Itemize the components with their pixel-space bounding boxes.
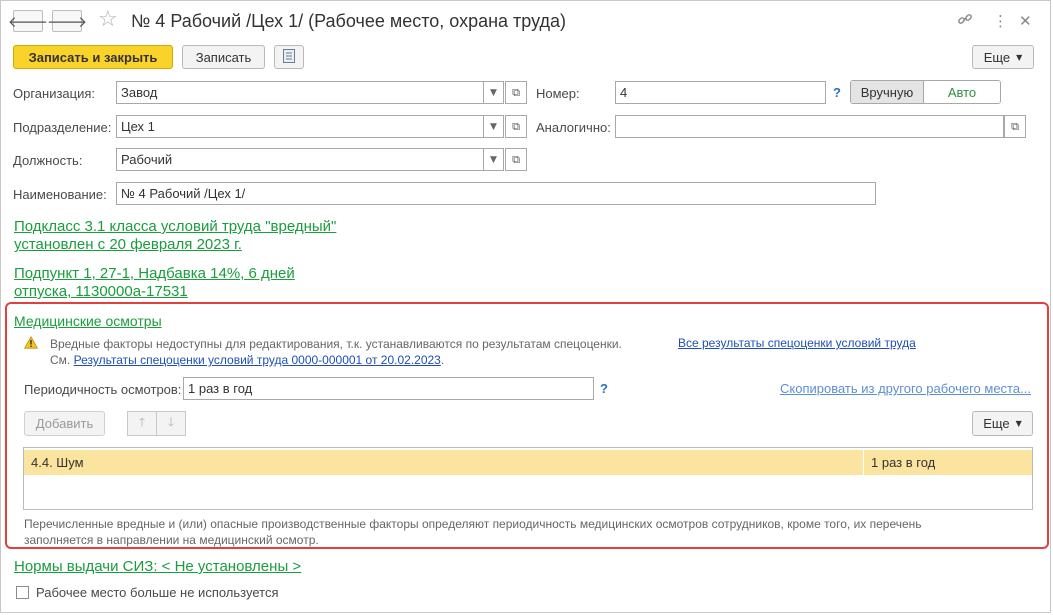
unused-checkbox-label[interactable]: Рабочее место больше не используется bbox=[36, 585, 278, 601]
arrow-up-icon: 🡑 bbox=[138, 415, 146, 429]
medical-footer-line1: Перечисленные вредные и (или) опасные пр… bbox=[24, 517, 922, 531]
window-title: № 4 Рабочий /Цех 1/ (Рабочее место, охра… bbox=[131, 11, 567, 31]
department-dropdown-icon[interactable]: ▼ bbox=[484, 115, 504, 138]
department-field[interactable]: Цех 1 bbox=[116, 115, 484, 138]
organization-dropdown-icon[interactable]: ▼ bbox=[484, 81, 504, 104]
name-field[interactable]: № 4 Рабочий /Цех 1/ bbox=[116, 182, 876, 205]
save-button[interactable]: Записать bbox=[182, 45, 265, 69]
organization-open-icon[interactable]: ⧉ bbox=[505, 81, 527, 104]
periodicity-label: Периодичность осмотров: bbox=[24, 382, 182, 397]
move-down-button[interactable]: 🡓 bbox=[156, 411, 186, 436]
more-label: Еще bbox=[983, 49, 1011, 65]
department-label: Подразделение: bbox=[13, 120, 112, 135]
results-suffix: . bbox=[440, 353, 445, 367]
see-results-line: См. Результаты спецоценки условий труда … bbox=[50, 352, 444, 368]
see-prefix: См. bbox=[50, 353, 71, 367]
department-open-icon[interactable]: ⧉ bbox=[505, 115, 527, 138]
move-up-button[interactable]: 🡑 bbox=[127, 411, 157, 436]
close-icon[interactable]: ✕ bbox=[1019, 11, 1032, 31]
more-button[interactable]: Еще ▼ bbox=[972, 45, 1034, 69]
medical-footer-line2: заполняется в направлении на медицинский… bbox=[24, 533, 319, 547]
name-label: Наименование: bbox=[13, 187, 107, 202]
medical-more-button[interactable]: Еще ▼ bbox=[972, 411, 1033, 436]
warning-text: Вредные факторы недоступны для редактиро… bbox=[50, 337, 622, 351]
similar-open-icon[interactable]: ⧉ bbox=[1004, 115, 1026, 138]
periodicity-help-icon[interactable]: ? bbox=[600, 381, 608, 396]
warning-icon bbox=[23, 335, 39, 352]
position-dropdown-icon[interactable]: ▼ bbox=[484, 148, 504, 171]
allowance-link-line1[interactable]: Подпункт 1, 27-1, Надбавка 14%, 6 дней bbox=[14, 265, 295, 283]
organization-field[interactable]: Завод bbox=[116, 81, 484, 104]
document-list-icon bbox=[283, 48, 295, 66]
results-link[interactable]: Результаты спецоценки условий труда 0000… bbox=[74, 353, 441, 367]
save-and-close-button[interactable]: Записать и закрыть bbox=[13, 45, 173, 69]
position-field[interactable]: Рабочий bbox=[116, 148, 484, 171]
mode-auto-button[interactable]: Авто bbox=[924, 81, 1000, 103]
number-help-icon[interactable]: ? bbox=[833, 85, 841, 100]
arrow-down-icon: 🡓 bbox=[167, 415, 175, 429]
back-button[interactable]: 🡐 bbox=[8, 10, 48, 32]
harmful-factors-table: 4.4. Шум 1 раз в год bbox=[23, 447, 1033, 510]
subclass-link-line1[interactable]: Подкласс 3.1 класса условий труда "вредн… bbox=[14, 218, 336, 236]
arrow-right-icon: 🡒 bbox=[46, 12, 88, 31]
position-label: Должность: bbox=[13, 153, 83, 168]
number-field[interactable]: 4 bbox=[615, 81, 826, 104]
unused-checkbox[interactable] bbox=[16, 586, 29, 599]
position-open-icon[interactable]: ⧉ bbox=[505, 148, 527, 171]
periodicity-field[interactable]: 1 раз в год bbox=[183, 377, 594, 400]
star-icon[interactable]: ☆ bbox=[98, 8, 118, 32]
dropdown-arrow-icon: ▼ bbox=[1015, 419, 1022, 428]
organization-label: Организация: bbox=[13, 86, 96, 101]
factor-cell[interactable]: 4.4. Шум bbox=[24, 450, 863, 475]
link-icon[interactable] bbox=[957, 11, 973, 32]
forward-button[interactable]: 🡒 bbox=[47, 10, 87, 32]
number-mode-toggle[interactable]: Вручную Авто bbox=[850, 80, 1001, 104]
subclass-link-line2[interactable]: установлен с 20 февраля 2023 г. bbox=[14, 236, 336, 254]
allowance-link[interactable]: Подпункт 1, 27-1, Надбавка 14%, 6 дней о… bbox=[14, 265, 295, 301]
more-vertical-icon[interactable]: ⋮ bbox=[993, 11, 1008, 31]
add-button[interactable]: Добавить bbox=[24, 411, 105, 436]
report-button[interactable] bbox=[274, 45, 304, 69]
copy-from-workplace-link[interactable]: Скопировать из другого рабочего места... bbox=[780, 381, 1031, 396]
ppe-norms-link[interactable]: Нормы выдачи СИЗ: < Не установлены > bbox=[14, 558, 301, 576]
subclass-link[interactable]: Подкласс 3.1 класса условий труда "вредн… bbox=[14, 218, 336, 254]
similar-field[interactable] bbox=[615, 115, 1004, 138]
dropdown-arrow-icon: ▼ bbox=[1016, 52, 1023, 62]
medical-more-label: Еще bbox=[983, 416, 1010, 431]
period-cell[interactable]: 1 раз в год bbox=[864, 450, 1032, 475]
all-results-link[interactable]: Все результаты спецоценки условий труда bbox=[678, 336, 916, 350]
similar-label: Аналогично: bbox=[536, 120, 611, 135]
arrow-left-icon: 🡐 bbox=[7, 12, 49, 31]
number-label: Номер: bbox=[536, 86, 580, 101]
mode-manual-button[interactable]: Вручную bbox=[851, 81, 924, 103]
allowance-link-line2[interactable]: отпуска, 1130000а-17531 bbox=[14, 283, 295, 301]
table-row[interactable]: 4.4. Шум 1 раз в год bbox=[24, 450, 1032, 475]
medical-section-title[interactable]: Медицинские осмотры bbox=[14, 312, 162, 330]
